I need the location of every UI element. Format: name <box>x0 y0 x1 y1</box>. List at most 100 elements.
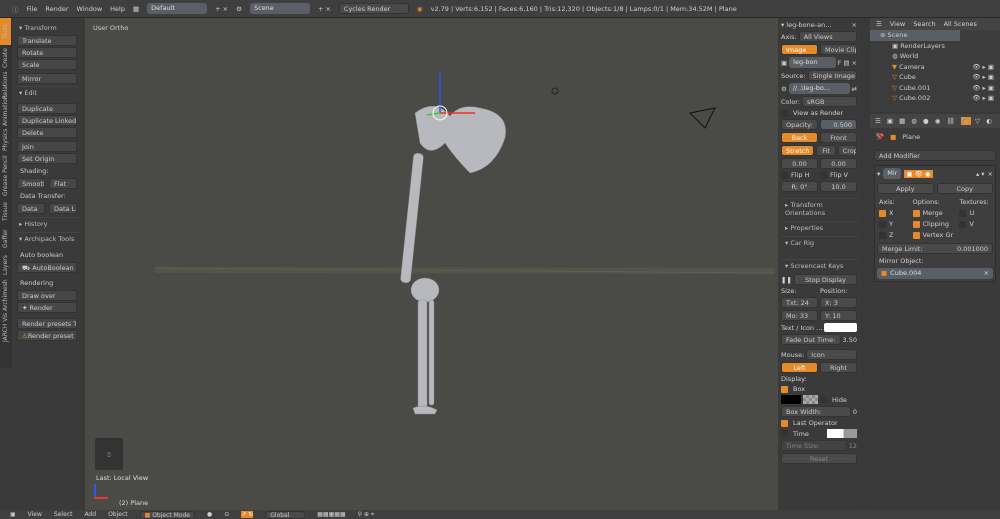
archipack-header[interactable]: ▾ Archipack Tools <box>15 232 79 245</box>
position-x-field[interactable]: X: 3 <box>820 297 857 308</box>
merge-checkbox[interactable]: Merge <box>912 209 960 217</box>
outliner-item-world[interactable]: ◍ World <box>870 51 1000 62</box>
screencast-keys-header[interactable]: ▾ Screencast Keys <box>781 259 857 272</box>
3d-viewport[interactable]: User Ortho ▯ Last: Local View (2) Plane <box>85 18 778 510</box>
size-field[interactable]: 10.0 <box>820 181 857 192</box>
edit-header[interactable]: ▾ Edit <box>15 86 79 99</box>
texture-u-checkbox[interactable]: U <box>959 209 993 217</box>
pack-icon[interactable]: ⚙ <box>781 85 787 93</box>
add-menu[interactable]: Add <box>84 511 96 518</box>
modifier-tab-icon[interactable]: 🔧 <box>960 117 971 125</box>
flip-h-checkbox[interactable]: Flip H <box>781 171 818 179</box>
vertex-group-checkbox[interactable]: Vertex Gr <box>912 231 960 239</box>
modifier-visibility-icons[interactable]: ▣ 👁 ◉ <box>904 169 933 178</box>
crop-toggle[interactable]: Crop <box>837 145 858 156</box>
mouse-size-field[interactable]: Mo: 33 <box>781 310 818 321</box>
delete-button[interactable]: Delete <box>17 127 77 138</box>
join-button[interactable]: Join <box>17 141 77 152</box>
text-color-swatch[interactable] <box>824 323 857 332</box>
rotation-field[interactable]: R: 0° <box>781 181 818 192</box>
object-menu[interactable]: Object <box>108 511 128 518</box>
clipping-checkbox[interactable]: Clipping <box>912 220 960 228</box>
snap-icons[interactable]: ⚲ ⊕ ⌖ <box>358 511 375 519</box>
mouse-select[interactable]: Icon <box>806 349 857 360</box>
stretch-toggle[interactable]: Stretch <box>781 145 815 156</box>
outliner-item-scene[interactable]: ⊚ Scene <box>870 30 960 41</box>
position-y-field[interactable]: Y: 10 <box>820 310 857 321</box>
copy-button[interactable]: Copy <box>936 183 993 194</box>
axis-select[interactable]: All Views <box>798 31 857 42</box>
last-operator-checkbox[interactable]: Last Operator <box>781 419 857 427</box>
outliner-item-cube[interactable]: ▽ Cube 👁 ▸ ▣ <box>870 72 1000 83</box>
outliner-editor-icon[interactable]: ☰ <box>876 18 882 30</box>
properties-header[interactable]: ▸ Properties <box>781 221 857 234</box>
tab-grease-pencil[interactable]: Grease Pencil <box>0 153 11 198</box>
bg-image-header[interactable]: ▾ leg-bone-an... × <box>781 21 857 29</box>
axis-y-checkbox[interactable]: Y <box>879 220 913 228</box>
apply-button[interactable]: Apply <box>877 183 934 194</box>
axis-z-checkbox[interactable]: Z <box>879 231 913 239</box>
stop-display-button[interactable]: Stop Display <box>793 274 857 285</box>
tab-archimesh[interactable]: Archimesh <box>0 279 11 311</box>
text-size-field[interactable]: Txt: 24 <box>781 297 818 308</box>
visibility-icons[interactable]: 👁 ▸ ▣ <box>972 93 994 104</box>
menu-window[interactable]: Window <box>77 5 103 13</box>
render-engine-select[interactable]: Cycles Render <box>338 3 409 14</box>
tab-animation[interactable]: Animation <box>0 95 11 126</box>
outliner-display-mode[interactable]: All Scenes <box>944 18 977 30</box>
car-rig-header[interactable]: ▾ Car Rig <box>781 236 857 249</box>
source-select[interactable]: Single Image <box>807 70 857 81</box>
layout-field[interactable]: Default <box>147 3 208 14</box>
box-color-swatch[interactable] <box>781 395 801 404</box>
scale-button[interactable]: Scale <box>17 59 77 70</box>
tab-create[interactable]: Create <box>0 45 11 72</box>
scene-field[interactable]: Scene <box>249 3 310 14</box>
draw-over-select[interactable]: Draw over <box>17 290 77 301</box>
color-space-select[interactable]: sRGB <box>802 96 857 107</box>
unlink-icon[interactable]: × <box>852 59 857 67</box>
visibility-icons[interactable]: 👁 ▸ ▣ <box>972 72 994 83</box>
reload-icon[interactable]: ⇄ <box>852 85 857 93</box>
box-width-value[interactable]: 0 <box>853 408 857 416</box>
front-toggle[interactable]: Front <box>820 132 857 143</box>
render-button[interactable]: ✦ Render <box>17 302 77 313</box>
layers-icon[interactable]: ▦▦▦▦▦ <box>317 511 345 518</box>
add-close-scene[interactable]: + × <box>318 5 331 13</box>
image-tab[interactable]: Image <box>781 44 818 55</box>
clear-icon[interactable]: × <box>984 268 989 279</box>
history-header[interactable]: ▸ History <box>15 217 79 230</box>
merge-limit-field[interactable]: Merge Limit: 0.001000 <box>877 243 993 254</box>
smooth-button[interactable]: Smooth <box>17 178 45 189</box>
tab-tools[interactable]: Tools <box>0 18 11 45</box>
back-toggle[interactable]: Back <box>781 132 818 143</box>
image-name-field[interactable]: leg-bon <box>789 57 836 68</box>
render-preset-warning[interactable]: ⚠Render preset th... <box>17 330 77 341</box>
visibility-icons[interactable]: 👁 ▸ ▣ <box>972 83 994 94</box>
outliner-item-camera[interactable]: ▼ Camera 👁 ▸ ▣ <box>870 62 1000 73</box>
flip-v-checkbox[interactable]: Flip V <box>820 171 857 179</box>
outliner-item-renderlayers[interactable]: ▣ RenderLayers <box>870 41 1000 52</box>
transform-orientations-header[interactable]: ▸ Transform Orientations <box>781 198 857 219</box>
filepath-field[interactable]: //..\leg-bo... <box>788 83 850 94</box>
pivot-icon[interactable]: ⊙ <box>224 511 229 518</box>
left-toggle[interactable]: Left <box>781 362 818 373</box>
offset-x-field[interactable]: 0.00 <box>781 158 818 169</box>
mode-select[interactable]: ■ Object Mode <box>139 510 195 519</box>
orientation-select[interactable]: Global <box>265 510 306 519</box>
render-presets-button[interactable]: Render presets Thu... <box>17 318 77 329</box>
outliner-search-menu[interactable]: Search <box>913 18 935 30</box>
fake-user-toggle[interactable]: F <box>838 59 842 67</box>
pin-icon[interactable]: 📌 <box>876 133 884 141</box>
shading-icon[interactable]: ● <box>207 511 212 518</box>
manipulator-icons[interactable]: ↗ ↻ <box>241 511 254 518</box>
translate-button[interactable]: Translate <box>17 35 77 46</box>
mirror-object-field[interactable]: ■ Cube.004 × <box>877 268 993 279</box>
view-as-render-checkbox[interactable]: View as Render <box>781 109 857 117</box>
outliner-item-cube-001[interactable]: ▽ Cube.001 👁 ▸ ▣ <box>870 83 1000 94</box>
remove-modifier-icon[interactable]: × <box>988 170 993 178</box>
layout-icon[interactable]: ▦ <box>133 5 139 13</box>
editor-type-icon[interactable]: ▣ <box>10 511 16 518</box>
rotate-button[interactable]: Rotate <box>17 47 77 58</box>
menu-render[interactable]: Render <box>45 5 68 13</box>
texture-v-checkbox[interactable]: V <box>959 220 993 228</box>
